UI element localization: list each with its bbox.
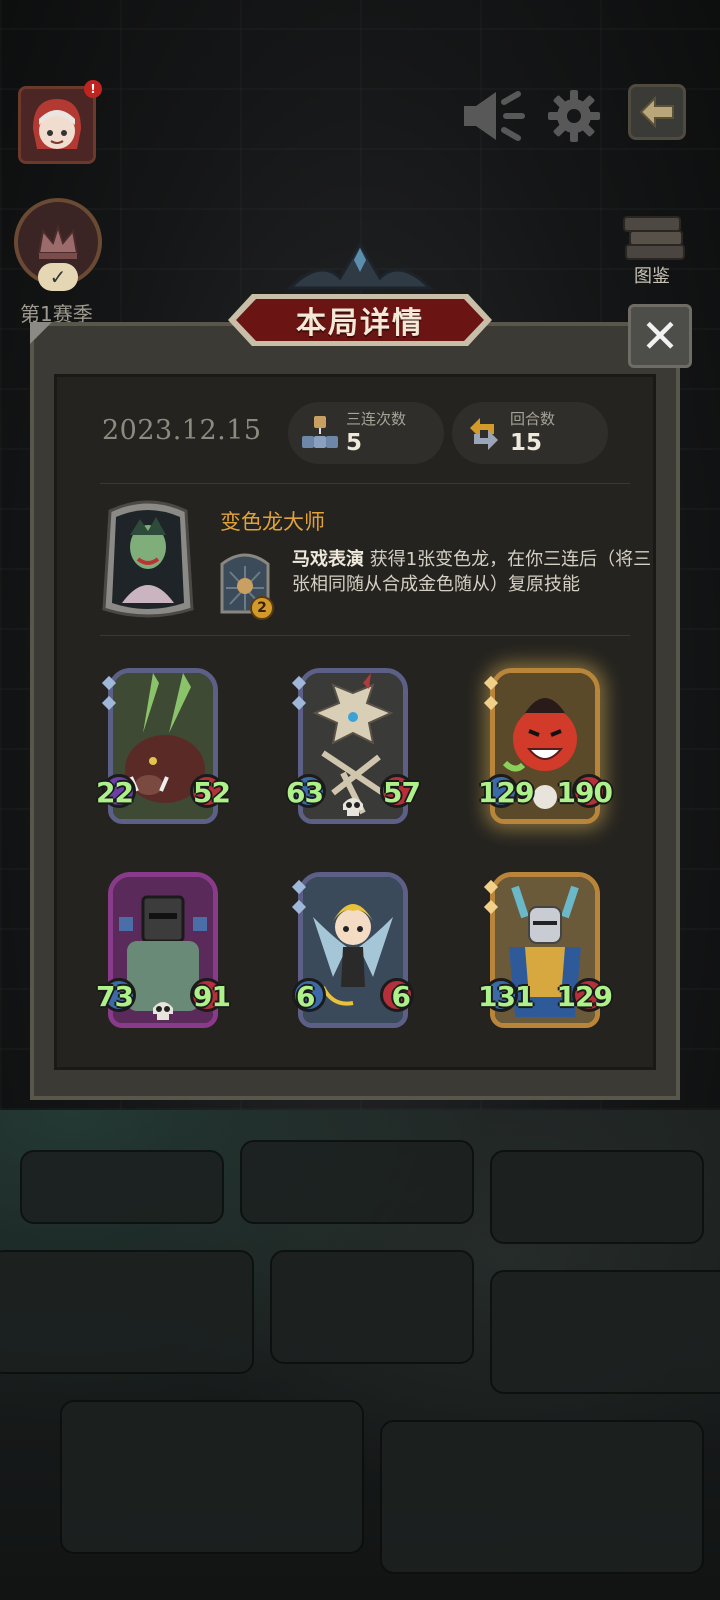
checkmark-icon: ✓ bbox=[38, 263, 78, 291]
minion-health: 6 bbox=[391, 980, 412, 1013]
panel-title: 本局详情 bbox=[296, 306, 424, 341]
minion-card[interactable]: 22 52 bbox=[96, 668, 231, 828]
rounds-value: 15 bbox=[510, 430, 543, 456]
minion-attack: 63 bbox=[286, 776, 324, 809]
speaker-icon[interactable] bbox=[460, 88, 526, 148]
minion-card[interactable]: 63 57 bbox=[286, 668, 421, 828]
triples-label: 三连次数 bbox=[346, 410, 407, 428]
minion-card[interactable]: 6 6 bbox=[291, 872, 414, 1032]
minion-attack: 6 bbox=[296, 980, 316, 1013]
codex-label[interactable]: 图鉴 bbox=[634, 262, 670, 288]
minion-health: 190 bbox=[556, 776, 613, 809]
divider bbox=[100, 635, 630, 636]
rounds-stat: 回合数 15 bbox=[452, 402, 608, 464]
match-date: 2023.12.15 bbox=[102, 415, 262, 446]
hero-skill-description: 马戏表演 获得1张变色龙，在你三连后（将三张相同随从合成金色随从）复原技能 bbox=[292, 547, 654, 597]
hero-power-level: 2 bbox=[250, 596, 274, 620]
minion-health: 129 bbox=[556, 980, 613, 1013]
golden-minion-card[interactable]: 129 190 bbox=[478, 668, 613, 828]
crown-ornament-icon bbox=[286, 241, 434, 290]
minion-card[interactable]: 73 91 bbox=[96, 872, 231, 1032]
notification-badge: ! bbox=[84, 80, 102, 98]
minion-health: 52 bbox=[193, 776, 231, 809]
skill-name: 马戏表演 bbox=[292, 549, 364, 570]
rounds-label: 回合数 bbox=[510, 410, 556, 428]
divider bbox=[100, 483, 630, 484]
triples-value: 5 bbox=[346, 430, 363, 456]
skull-icon bbox=[343, 798, 363, 816]
cycle-arrows-icon bbox=[470, 418, 498, 450]
book-stack-icon[interactable] bbox=[620, 205, 690, 265]
gear-icon[interactable] bbox=[548, 90, 600, 146]
minion-health: 91 bbox=[193, 980, 231, 1013]
minion-attack: 131 bbox=[478, 980, 534, 1013]
hero-name: 变色龙大师 bbox=[220, 510, 325, 534]
title-plate: 本局详情 bbox=[226, 290, 494, 350]
skull-icon bbox=[153, 1002, 173, 1020]
hero-portrait[interactable] bbox=[100, 497, 196, 621]
player-avatar[interactable] bbox=[18, 86, 96, 164]
minion-attack: 22 bbox=[96, 776, 134, 809]
back-button[interactable] bbox=[628, 84, 686, 140]
minion-attack: 129 bbox=[478, 776, 534, 809]
triple-cubes-icon bbox=[302, 416, 338, 448]
dungeon-floor-background bbox=[0, 1110, 720, 1600]
crown-icon bbox=[37, 223, 79, 259]
golden-minion-card[interactable]: 131 129 bbox=[478, 872, 613, 1032]
close-button[interactable]: ✕ bbox=[628, 304, 692, 368]
arrow-left-icon bbox=[639, 95, 674, 129]
minion-attack: 73 bbox=[96, 980, 134, 1013]
minion-health: 57 bbox=[383, 776, 421, 809]
triples-stat: 三连次数 5 bbox=[288, 402, 444, 464]
